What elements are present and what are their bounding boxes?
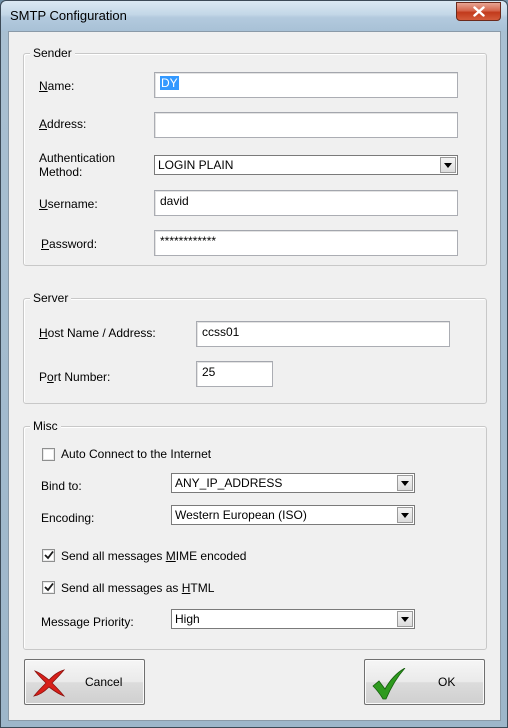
sender-legend: Sender [30,46,75,60]
host-label: Host Name / Address: [39,326,156,340]
cancel-button[interactable]: Cancel [24,659,145,705]
cancel-label: Cancel [85,675,123,689]
ok-button[interactable]: OK [364,659,485,705]
host-value: ccss01 [202,325,240,339]
server-group: Server Host Name / Address: ccss01 Port … [23,291,487,404]
auth-method-dropdown-button[interactable] [440,157,456,173]
encoding-dropdown-button[interactable] [397,507,413,523]
close-button[interactable] [456,2,501,21]
bind-to-dropdown-button[interactable] [397,475,413,491]
auto-connect-label[interactable]: Auto Connect to the Internet [61,447,211,461]
close-icon [472,6,485,17]
name-value: DY [160,76,179,90]
red-x-icon [33,669,66,697]
ok-label: OK [438,675,456,689]
bind-to-value: ANY_IP_ADDRESS [175,476,283,490]
address-label: Address: [39,117,87,131]
port-field[interactable]: 25 [196,361,273,387]
auth-method-label-line1: Authentication [39,151,116,165]
sender-group: Sender Name: DY Address: Authentication … [23,46,487,266]
chevron-down-icon [444,162,452,168]
username-label: Username: [39,197,98,211]
auto-connect-checkbox[interactable] [42,448,55,461]
encoding-label: Encoding: [41,511,95,525]
chevron-down-icon [401,480,409,486]
username-value: david [160,194,189,208]
priority-value: High [175,612,200,626]
auth-method-select[interactable]: LOGIN PLAIN [154,155,458,175]
bind-to-select[interactable]: ANY_IP_ADDRESS [171,473,415,493]
priority-label: Message Priority: [41,615,134,629]
priority-select[interactable]: High [171,609,415,629]
title-bar[interactable]: SMTP Configuration [1,1,507,31]
checkmark-icon [44,582,54,592]
mime-label[interactable]: Send all messages MIME encoded [61,549,246,563]
html-label[interactable]: Send all messages as HTML [61,581,214,595]
port-label: Port Number: [39,370,111,384]
priority-dropdown-button[interactable] [397,611,413,627]
html-checkbox[interactable] [42,581,55,594]
window-title: SMTP Configuration [10,8,127,23]
password-field[interactable]: ************ [154,230,458,256]
username-field[interactable]: david [154,190,458,216]
misc-legend: Misc [30,419,61,433]
checkmark-icon [44,550,54,560]
name-field[interactable]: DY [154,72,458,98]
password-value: ************ [160,234,217,248]
server-legend: Server [30,291,72,305]
auth-method-label-line2: Method: [39,165,83,179]
port-value: 25 [202,365,216,379]
misc-group: Misc Auto Connect to the Internet Bind t… [23,419,487,650]
encoding-value: Western European (ISO) [175,508,307,522]
dialog-body: Sender Name: DY Address: Authentication … [8,31,501,721]
mime-checkbox[interactable] [42,549,55,562]
password-label: Password: [41,237,98,251]
encoding-select[interactable]: Western European (ISO) [171,505,415,525]
auth-method-value: LOGIN PLAIN [158,158,234,172]
chevron-down-icon [401,616,409,622]
green-checkmark-icon [372,668,406,700]
address-field[interactable] [154,112,458,138]
host-field[interactable]: ccss01 [196,321,450,347]
smtp-config-window: SMTP Configuration Sender Name: DY Addre… [0,0,508,728]
bind-to-label: Bind to: [41,479,82,493]
chevron-down-icon [401,512,409,518]
name-label: Name: [39,79,75,93]
